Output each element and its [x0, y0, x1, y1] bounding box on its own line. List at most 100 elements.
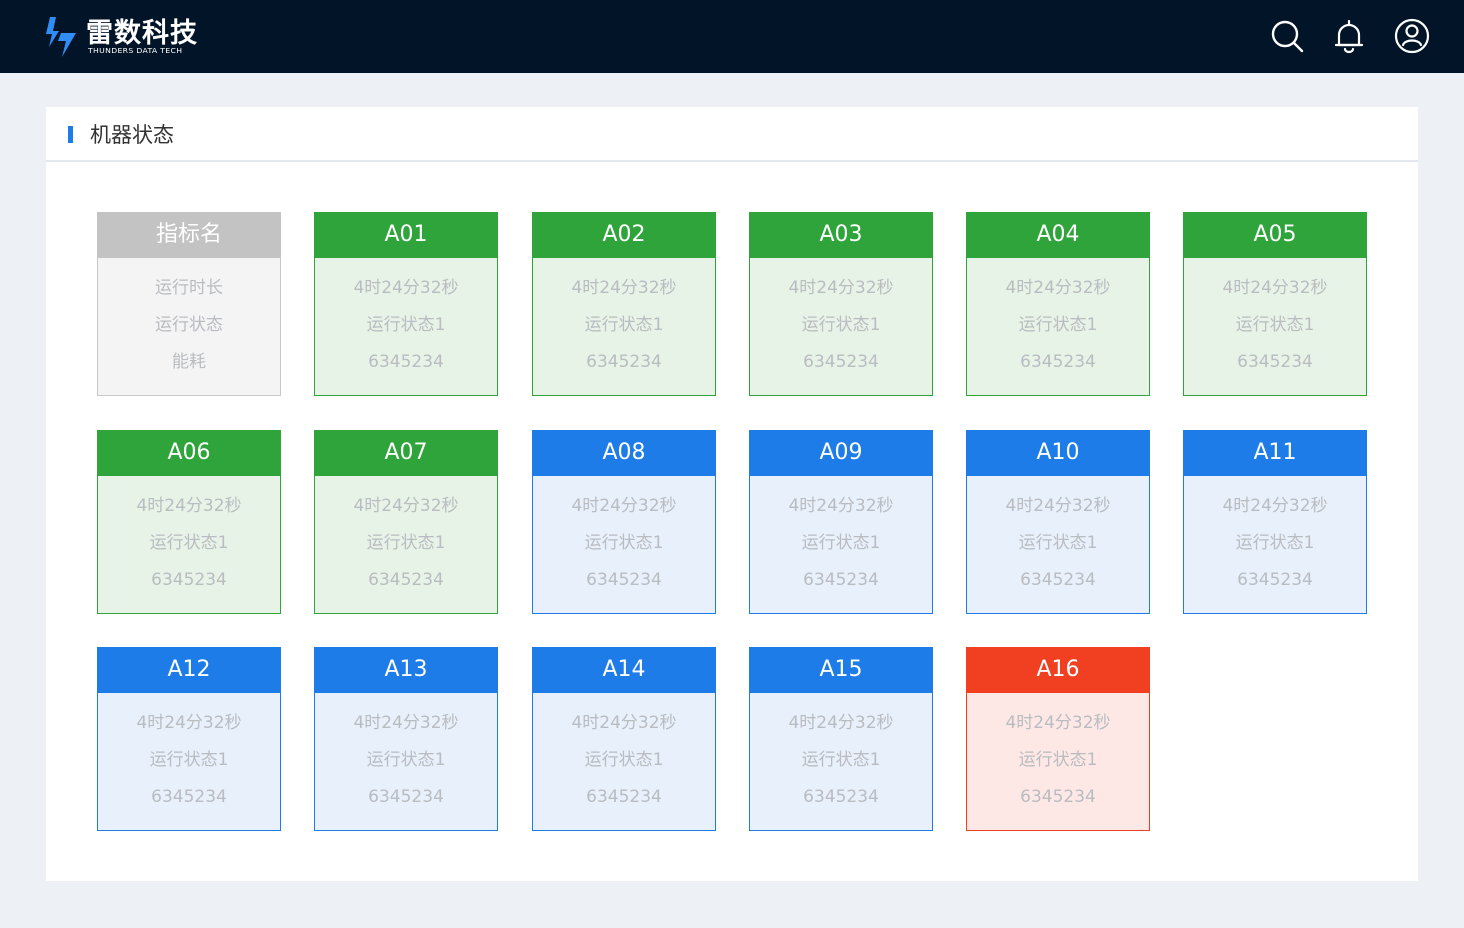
machine-runtime: 4时24分32秒	[571, 496, 677, 516]
machine-energy: 6345234	[1020, 787, 1096, 807]
machine-card[interactable]: A15 4时24分32秒 运行状态1 6345234	[749, 647, 933, 831]
machine-card[interactable]: A12 4时24分32秒 运行状态1 6345234	[97, 647, 281, 831]
machine-id: A08	[532, 430, 716, 476]
machine-state: 运行状态1	[584, 750, 664, 770]
machine-state: 运行状态1	[149, 533, 229, 553]
machine-card[interactable]: A16 4时24分32秒 运行状态1 6345234	[966, 647, 1150, 831]
machine-state: 运行状态1	[1235, 315, 1315, 335]
machine-runtime: 4时24分32秒	[571, 278, 677, 298]
machine-energy: 6345234	[586, 352, 662, 372]
machine-state: 运行状态1	[801, 533, 881, 553]
machine-state: 运行状态1	[801, 750, 881, 770]
machine-status-panel: 机器状态 指标名 运行时长 运行状态 能耗 A01 4时24分32秒 运行状态1 63…	[46, 107, 1418, 881]
machine-id: A11	[1183, 430, 1367, 476]
brand-name: 雷数科技	[86, 18, 198, 49]
machine-id: A06	[97, 430, 281, 476]
machine-card[interactable]: A03 4时24分32秒 运行状态1 6345234	[749, 212, 933, 396]
machine-metrics: 4时24分32秒 运行状态1 6345234	[533, 258, 715, 381]
search-icon[interactable]	[1269, 18, 1305, 54]
machine-energy: 6345234	[1020, 352, 1096, 372]
machine-card[interactable]: A10 4时24分32秒 运行状态1 6345234	[966, 430, 1150, 614]
machine-card[interactable]: A02 4时24分32秒 运行状态1 6345234	[532, 212, 716, 396]
machine-id: A10	[966, 430, 1150, 476]
machine-metrics: 4时24分32秒 运行状态1 6345234	[750, 258, 932, 381]
machine-card[interactable]: A01 4时24分32秒 运行状态1 6345234	[314, 212, 498, 396]
machine-state: 运行状态1	[801, 315, 881, 335]
machine-runtime: 4时24分32秒	[136, 713, 242, 733]
machine-runtime: 4时24分32秒	[788, 713, 894, 733]
machine-id: A14	[532, 647, 716, 693]
machine-energy: 6345234	[151, 787, 227, 807]
machine-state: 运行状态1	[1018, 750, 1098, 770]
machine-runtime: 4时24分32秒	[1005, 713, 1111, 733]
machine-state: 运行状态1	[366, 750, 446, 770]
machine-id: A04	[966, 212, 1150, 258]
machine-energy: 6345234	[368, 352, 444, 372]
machine-id: A02	[532, 212, 716, 258]
machine-card[interactable]: A08 4时24分32秒 运行状态1 6345234	[532, 430, 716, 614]
machine-id: A03	[749, 212, 933, 258]
machine-metrics: 4时24分32秒 运行状态1 6345234	[967, 693, 1149, 816]
machine-runtime: 4时24分32秒	[1222, 278, 1328, 298]
machine-energy: 6345234	[803, 570, 879, 590]
machine-metrics: 4时24分32秒 运行状态1 6345234	[315, 693, 497, 816]
machine-id: A16	[966, 647, 1150, 693]
machine-card[interactable]: A05 4时24分32秒 运行状态1 6345234	[1183, 212, 1367, 396]
machine-state: 运行状态1	[149, 750, 229, 770]
machine-runtime: 4时24分32秒	[1005, 278, 1111, 298]
bell-icon[interactable]	[1331, 18, 1367, 54]
machine-state: 运行状态1	[584, 315, 664, 335]
machine-runtime: 4时24分32秒	[353, 278, 459, 298]
machine-runtime: 4时24分32秒	[353, 496, 459, 516]
machine-runtime: 4时24分32秒	[136, 496, 242, 516]
machine-energy: 6345234	[368, 570, 444, 590]
machine-energy: 6345234	[803, 787, 879, 807]
machine-energy: 6345234	[1020, 570, 1096, 590]
machine-state: 运行状态1	[366, 315, 446, 335]
machine-runtime: 4时24分32秒	[353, 713, 459, 733]
machine-metrics: 4时24分32秒 运行状态1 6345234	[967, 258, 1149, 381]
machine-energy: 6345234	[151, 570, 227, 590]
machine-metrics: 4时24分32秒 运行状态1 6345234	[533, 693, 715, 816]
machine-energy: 6345234	[368, 787, 444, 807]
machine-state: 运行状态1	[366, 533, 446, 553]
machine-runtime: 4时24分32秒	[788, 496, 894, 516]
top-bar: 雷数科技 THUNDERS DATA TECH	[0, 0, 1464, 73]
machine-state: 运行状态1	[1235, 533, 1315, 553]
machine-card[interactable]: A09 4时24分32秒 运行状态1 6345234	[749, 430, 933, 614]
legend-runtime-label: 运行时长	[155, 278, 223, 298]
machine-metrics: 4时24分32秒 运行状态1 6345234	[1184, 476, 1366, 599]
machine-energy: 6345234	[1237, 570, 1313, 590]
brand-tagline: THUNDERS DATA TECH	[88, 47, 183, 55]
machine-id: A15	[749, 647, 933, 693]
machine-energy: 6345234	[586, 787, 662, 807]
machine-id: A07	[314, 430, 498, 476]
machine-card[interactable]: A07 4时24分32秒 运行状态1 6345234	[314, 430, 498, 614]
user-icon[interactable]	[1394, 18, 1430, 54]
machine-id: A13	[314, 647, 498, 693]
machine-metrics: 4时24分32秒 运行状态1 6345234	[1184, 258, 1366, 381]
machine-card[interactable]: A14 4时24分32秒 运行状态1 6345234	[532, 647, 716, 831]
machine-id: A12	[97, 647, 281, 693]
machine-metrics: 4时24分32秒 运行状态1 6345234	[315, 476, 497, 599]
machine-state: 运行状态1	[1018, 315, 1098, 335]
machine-id: A05	[1183, 212, 1367, 258]
machine-id: A09	[749, 430, 933, 476]
machine-energy: 6345234	[1237, 352, 1313, 372]
machine-metrics: 4时24分32秒 运行状态1 6345234	[98, 476, 280, 599]
machine-card[interactable]: A06 4时24分32秒 运行状态1 6345234	[97, 430, 281, 614]
machine-card[interactable]: A13 4时24分32秒 运行状态1 6345234	[314, 647, 498, 831]
machine-runtime: 4时24分32秒	[1005, 496, 1111, 516]
machine-metrics: 4时24分32秒 运行状态1 6345234	[750, 693, 932, 816]
machine-card[interactable]: A04 4时24分32秒 运行状态1 6345234	[966, 212, 1150, 396]
machine-energy: 6345234	[803, 352, 879, 372]
machine-card[interactable]: A11 4时24分32秒 运行状态1 6345234	[1183, 430, 1367, 614]
machine-state: 运行状态1	[584, 533, 664, 553]
legend-card-title: 指标名	[97, 212, 281, 258]
machine-id: A01	[314, 212, 498, 258]
machine-runtime: 4时24分32秒	[571, 713, 677, 733]
machine-energy: 6345234	[586, 570, 662, 590]
legend-energy-label: 能耗	[172, 352, 206, 372]
machine-metrics: 4时24分32秒 运行状态1 6345234	[967, 476, 1149, 599]
machine-metrics: 4时24分32秒 运行状态1 6345234	[98, 693, 280, 816]
